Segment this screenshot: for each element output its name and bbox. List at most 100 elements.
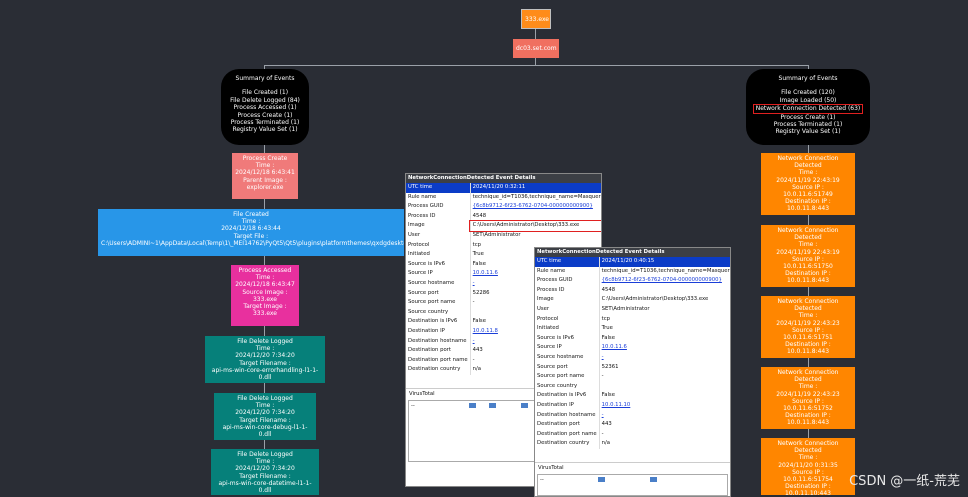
detail-row[interactable]: Source port 52361 [535, 362, 730, 373]
right-summary-of-events[interactable]: Summary of Events File Created (120) Ima… [746, 69, 870, 145]
left-summary-of-events[interactable]: Summary of Events File Created (1) File … [221, 69, 309, 145]
detail-key: Destination hostname [537, 411, 596, 418]
event-node-network-connection[interactable]: Network Connection Detected Time : 2024/… [761, 438, 855, 495]
detail-row[interactable]: Rule name technique_id=T1036,technique_na… [535, 266, 730, 277]
summary-line: Process Terminated (1) [230, 119, 300, 127]
detail-key: Protocol [537, 315, 559, 322]
event-node-network-connection[interactable]: Network Connection Detected Time : 2024/… [761, 296, 855, 358]
detail-row[interactable]: Source hostname - [535, 352, 730, 363]
detail-key: Process GUID [537, 277, 573, 284]
detail-row[interactable]: Source country [535, 381, 730, 392]
detail-key: Initiated [408, 251, 430, 258]
detail-row[interactable]: Source port name - [535, 372, 730, 382]
summary-line: Registry Value Set (1) [232, 126, 298, 134]
summary-line: Process Create (1) [237, 111, 293, 119]
event-node-network-connection[interactable]: Network Connection Detected Time : 2024/… [761, 367, 855, 429]
detail-key: UTC time [406, 183, 471, 193]
watermark: CSDN @一纸-荒芜 [849, 474, 960, 489]
detail-row[interactable]: Destination is IPv6 False [535, 391, 730, 401]
detail-value: 2024/11/20 0:40:15 [598, 257, 730, 267]
table-icon[interactable] [469, 402, 476, 408]
detail-value: 4548 [469, 211, 601, 222]
detail-key: Initiated [537, 325, 559, 332]
detail-key: Destination port [537, 421, 580, 428]
detail-row[interactable]: Destination IP 10.0.11.10 [535, 400, 730, 411]
detail-value: C:\Users\Administrator\Desktop\333.exe [598, 295, 730, 305]
detail-value: True [598, 324, 730, 334]
detail-key: Destination country [537, 440, 590, 447]
detail-row[interactable]: User SET\Administrator [535, 304, 730, 315]
detail-value: 2024/11/20 0:32:11 [469, 183, 601, 193]
detail-key: Source is IPv6 [537, 334, 575, 341]
detail-row[interactable]: Process ID 4548 [406, 211, 601, 222]
detail-value[interactable]: 10.0.11.6 [598, 343, 730, 353]
detail-key: Destination country [408, 366, 461, 373]
detail-row[interactable]: Destination port name - [535, 429, 730, 440]
event-details-panel-2[interactable]: NetworkConnectionDetected Event Details … [534, 247, 731, 497]
detail-row[interactable]: Destination hostname - [535, 410, 730, 421]
detail-row[interactable]: Destination port 443 [535, 420, 730, 430]
detail-row[interactable]: Protocol tcp [535, 314, 730, 325]
event-node-file-delete-logged[interactable]: File Delete Logged Time : 2024/12/20 7:3… [205, 336, 325, 383]
detail-row[interactable]: Source is IPv6 False [535, 333, 730, 344]
detail-key: Source IP [408, 270, 433, 277]
detail-key: Source IP [537, 344, 562, 351]
detail-key: User [537, 305, 550, 312]
detail-value[interactable]: - [598, 410, 730, 421]
table-icon[interactable] [521, 402, 528, 408]
detail-key: Source is IPv6 [408, 260, 446, 267]
detail-row[interactable]: Rule name technique_id=T1036,technique_na… [406, 192, 601, 203]
detail-value[interactable]: {6c8b9712-6f23-6762-0704-000000000900} [598, 276, 730, 286]
panel-title: NetworkConnectionDetected Event Details [535, 248, 730, 257]
summary-line: Process Create (1) [780, 113, 836, 121]
detail-key: Source port name [408, 299, 456, 306]
detail-value[interactable]: {6c8b9712-6f23-6762-0704-000000000900} [469, 202, 601, 212]
detail-row[interactable]: Process ID 4548 [535, 285, 730, 296]
event-node-file-delete-logged[interactable]: File Delete Logged Time : 2024/12/20 7:3… [214, 393, 316, 440]
detail-key: UTC time [535, 257, 600, 267]
detail-value: 52361 [598, 362, 730, 373]
detail-value: False [598, 391, 730, 401]
detail-value: technique_id=T1036,technique_name=Masque… [469, 192, 601, 203]
detail-value: False [598, 333, 730, 344]
detail-row[interactable]: Process GUID {6c8b9712-6f23-6762-0704-000… [406, 202, 601, 212]
detail-row[interactable]: Initiated True [535, 324, 730, 334]
detail-key: Process GUID [408, 203, 444, 210]
detail-key: Protocol [408, 241, 430, 248]
virustotal-label: VirusTotal [535, 461, 730, 474]
detail-row[interactable]: Destination country n/a [535, 439, 730, 449]
event-node-process-create[interactable]: Process Create Time : 2024/12/18 6:43:41… [232, 153, 298, 199]
detail-row[interactable]: Process GUID {6c8b9712-6f23-6762-0704-000… [535, 276, 730, 286]
panel-title: NetworkConnectionDetected Event Details [406, 174, 601, 183]
detail-value: SET\Administrator [469, 230, 601, 241]
detail-value[interactable]: - [598, 352, 730, 363]
table-icon[interactable] [598, 476, 605, 482]
detail-row[interactable]: User SET\Administrator [406, 230, 601, 241]
virustotal-cell: -- [540, 476, 544, 483]
root-process-node[interactable]: 333.exe [521, 9, 551, 29]
event-node-network-connection[interactable]: Network Connection Detected Time : 2024/… [761, 225, 855, 287]
detail-value[interactable]: 10.0.11.10 [598, 400, 730, 411]
detail-key: Image [537, 296, 554, 303]
summary-line: Registry Value Set (1) [775, 128, 841, 136]
detail-key: Rule name [537, 267, 566, 274]
table-icon[interactable] [489, 402, 496, 408]
detail-key: Rule name [408, 193, 437, 200]
detail-row[interactable]: UTC time 2024/11/20 0:40:15 [535, 257, 730, 267]
summary-line: File Created (120) [781, 89, 835, 97]
edge-branch-horizontal [264, 65, 809, 66]
detail-row[interactable]: Image C:\Users\Administrator\Desktop\333.… [406, 220, 601, 232]
event-node-file-created[interactable]: File Created Time : 2024/12/18 6:43:44 T… [98, 209, 404, 256]
detail-key: Destination port [408, 347, 451, 354]
table-icon[interactable] [650, 476, 657, 482]
detail-row[interactable]: Image C:\Users\Administrator\Desktop\333.… [535, 295, 730, 305]
host-node[interactable]: dc03.set.com [513, 39, 559, 58]
detail-key: Source port name [537, 373, 585, 380]
detail-value: C:\Users\Administrator\Desktop\333.exe [469, 220, 601, 232]
event-node-file-delete-logged[interactable]: File Delete Logged Time : 2024/12/20 7:3… [211, 449, 319, 495]
event-node-network-connection[interactable]: Network Connection Detected Time : 2024/… [761, 153, 855, 215]
summary-line: Image Loaded (50) [779, 96, 837, 104]
detail-row[interactable]: Source IP 10.0.11.6 [535, 343, 730, 353]
detail-row[interactable]: UTC time 2024/11/20 0:32:11 [406, 183, 601, 193]
event-node-process-accessed[interactable]: Process Accessed Time : 2024/12/18 6:43:… [231, 265, 299, 326]
